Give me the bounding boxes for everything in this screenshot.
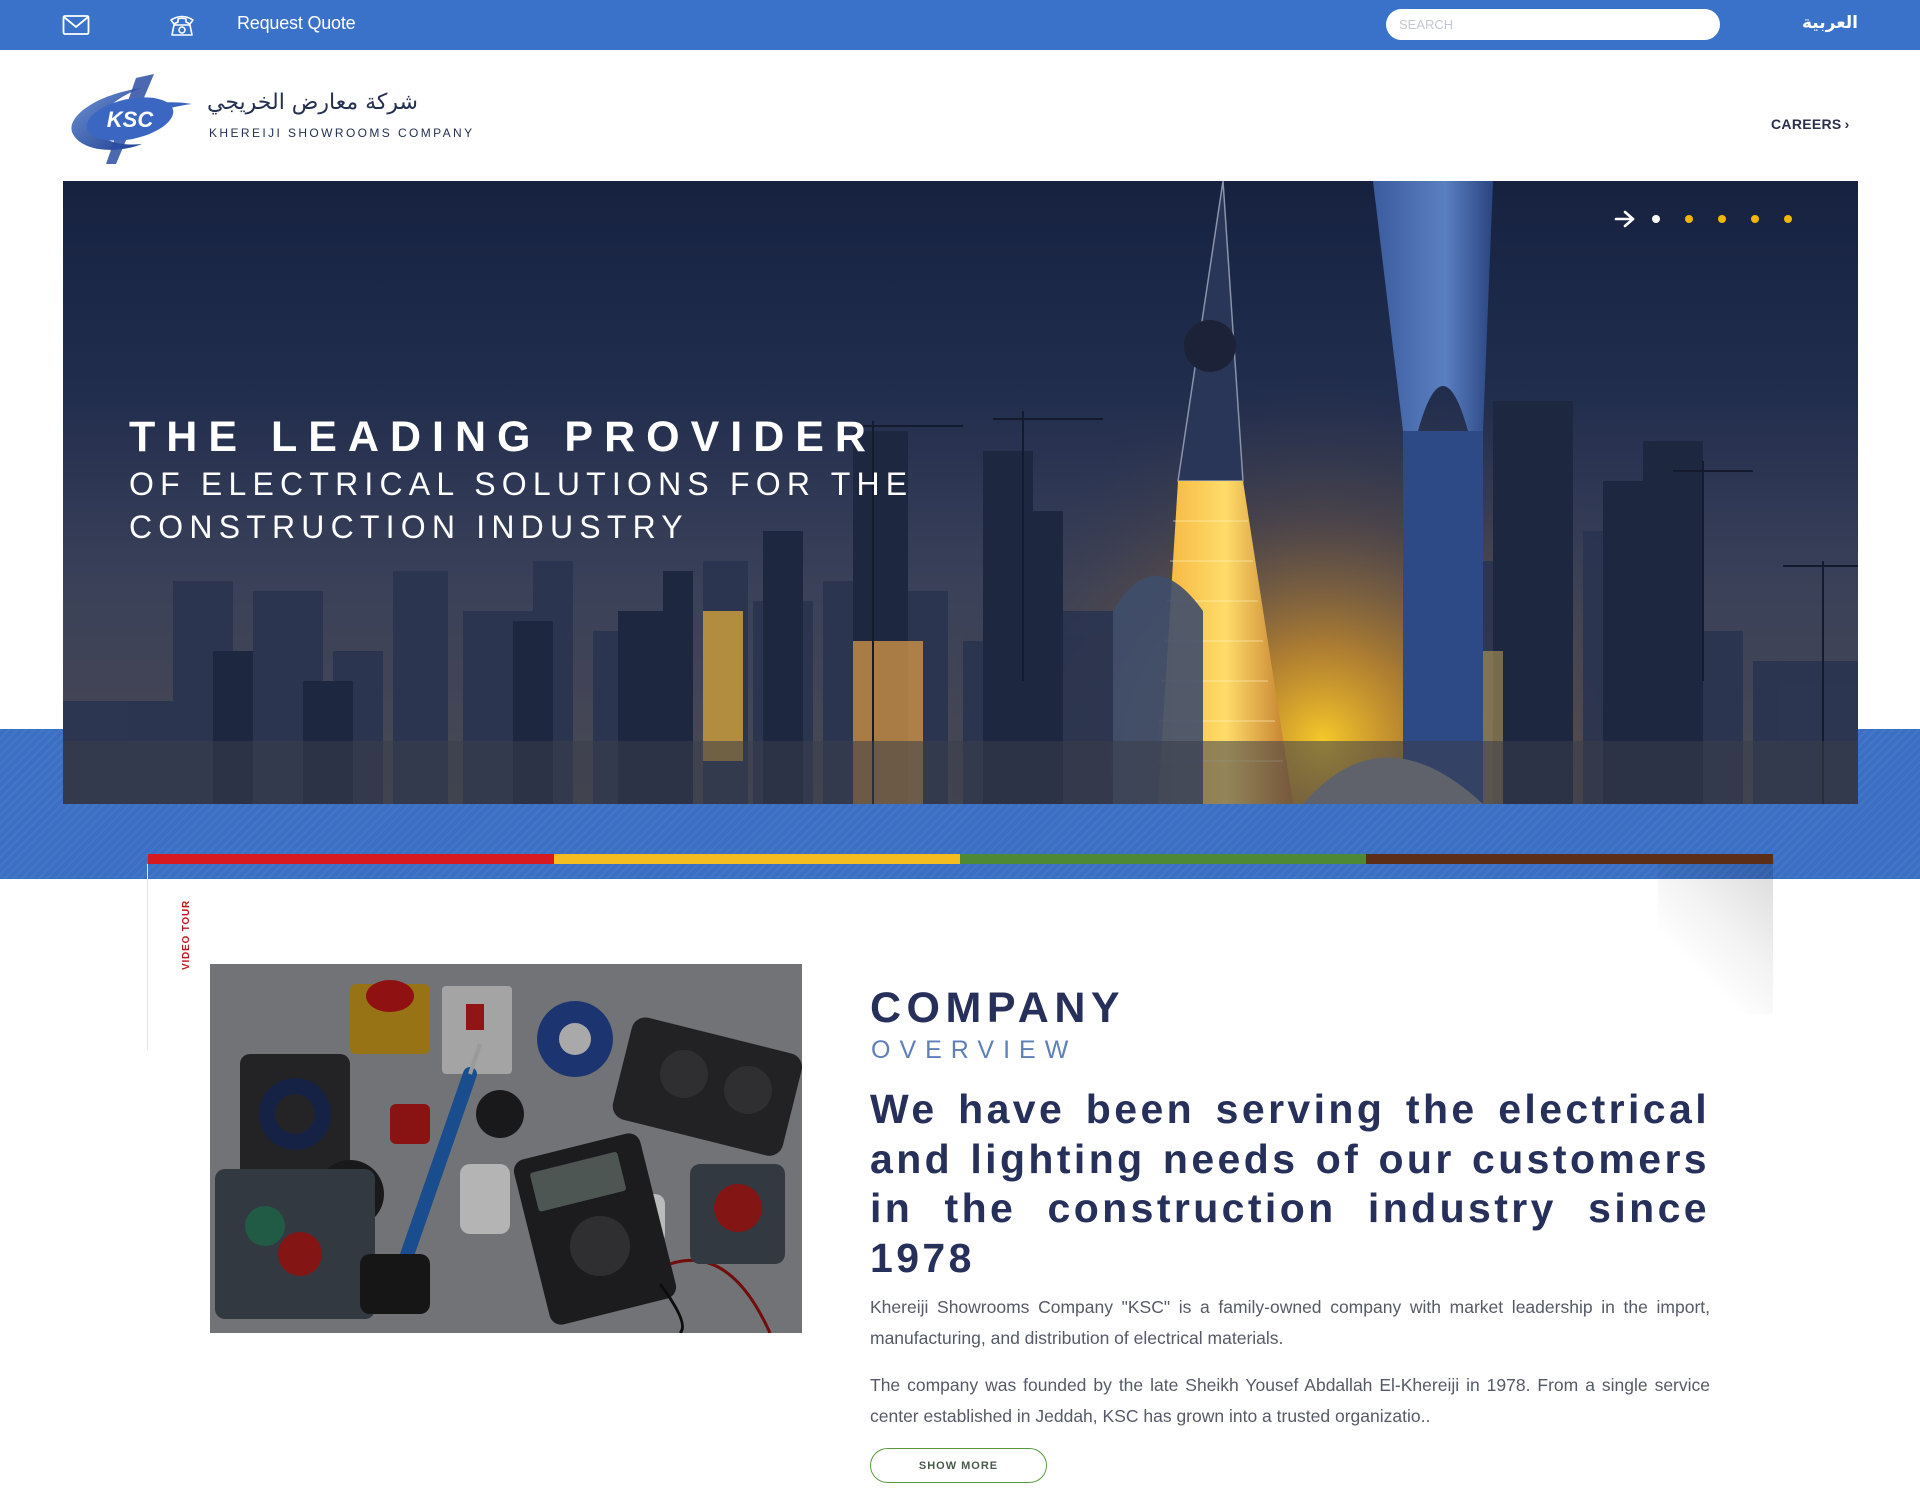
arrow-right-icon[interactable] <box>1614 209 1636 229</box>
overview-title: COMPANY <box>870 984 1126 1032</box>
slider-dot-1[interactable] <box>1652 215 1660 223</box>
overview-subtitle: OVERVIEW <box>871 1036 1078 1064</box>
site-header: KSC شركة معارض الخريجي KHEREIJI SHOWROOM… <box>0 50 1920 181</box>
ksc-logo[interactable]: KSC شركة معارض الخريجي KHEREIJI SHOWROOM… <box>62 74 472 164</box>
slider-navigation <box>1614 207 1817 231</box>
hero-headline-line1: THE LEADING PROVIDER <box>129 413 877 461</box>
logo-english-text: KHEREIJI SHOWROOMS COMPANY <box>209 126 475 140</box>
hero-headline-line2: OF ELECTRICAL SOLUTIONS FOR THE <box>129 466 914 502</box>
logo-abbrev: KSC <box>107 107 155 132</box>
color-stripe-green <box>960 854 1366 864</box>
slider-dot-4[interactable] <box>1751 215 1759 223</box>
video-tour-label[interactable]: VIDEO TOUR <box>181 900 192 970</box>
card-left-border <box>147 864 148 1050</box>
slider-dot-2[interactable] <box>1685 215 1693 223</box>
arabic-language-link[interactable]: العربية <box>1802 13 1858 33</box>
ksc-logo-mark: KSC <box>71 74 192 164</box>
overview-paragraph-2: The company was founded by the late Shei… <box>870 1375 1710 1426</box>
search-input[interactable] <box>1386 9 1720 40</box>
card-corner-shadow <box>1658 864 1773 1014</box>
mail-icon[interactable] <box>62 14 90 36</box>
request-quote-link[interactable]: Request Quote <box>237 13 356 34</box>
logo-arabic-text: شركة معارض الخريجي <box>207 90 418 115</box>
video-tour-thumbnail[interactable] <box>210 964 802 1333</box>
phone-icon[interactable] <box>168 11 196 39</box>
show-more-button[interactable]: SHOW MORE <box>870 1448 1047 1483</box>
hero-headline-line3: CONSTRUCTION INDUSTRY <box>129 509 689 545</box>
color-stripe-red <box>148 854 554 864</box>
overview-paragraph-1: Khereiji Showrooms Company "KSC" is a fa… <box>870 1297 1710 1348</box>
electrical-products-image <box>210 964 802 1333</box>
hero-headline: THE LEADING PROVIDER OF ELECTRICAL SOLUT… <box>129 411 913 549</box>
slider-dot-3[interactable] <box>1718 215 1726 223</box>
color-stripe-brown <box>1366 854 1773 864</box>
slider-dot-5[interactable] <box>1784 215 1792 223</box>
color-stripe-yellow <box>554 854 960 864</box>
chevron-right-icon: › <box>1844 116 1850 132</box>
careers-label: CAREERS <box>1771 116 1842 132</box>
top-bar: Request Quote العربية <box>0 0 1920 50</box>
hero-slider: THE LEADING PROVIDER OF ELECTRICAL SOLUT… <box>63 181 1858 804</box>
overview-lead: We have been serving the electrical and … <box>870 1086 1710 1281</box>
careers-link[interactable]: CAREERS › <box>1771 116 1850 132</box>
